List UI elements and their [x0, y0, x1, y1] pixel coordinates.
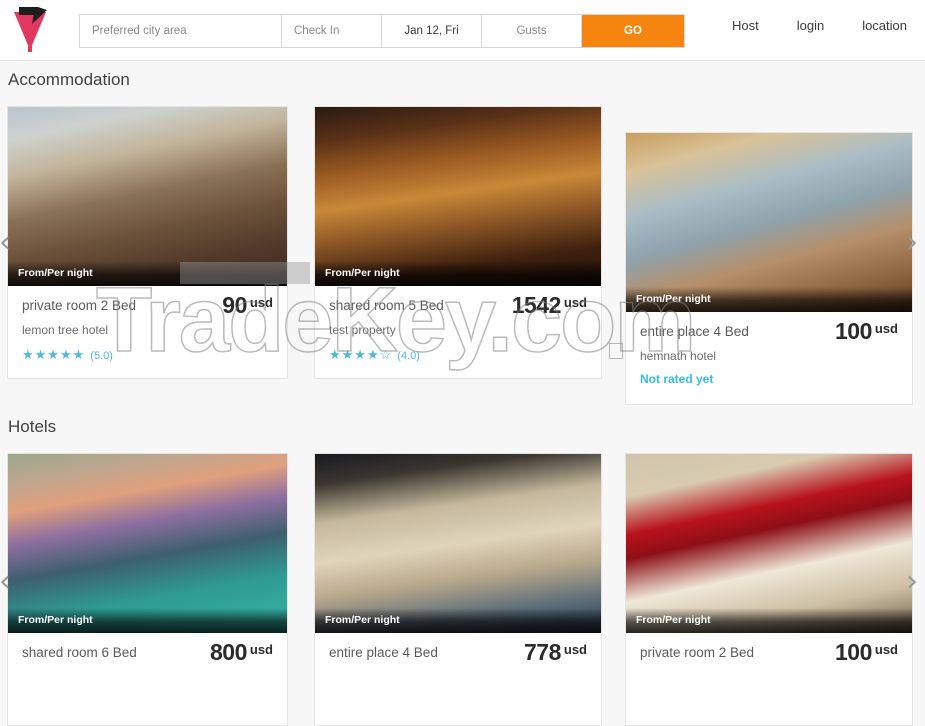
go-button[interactable]: GO — [582, 15, 684, 47]
property-details: entire place 4 Bed 778 usd — [315, 633, 601, 725]
tradekey-v-logo[interactable] — [8, 4, 52, 52]
property-photo-image — [626, 454, 912, 633]
property-details: private room 2 Bed lemon tree hotel ★★★★★(… — [8, 286, 287, 378]
property-photo[interactable]: From/Per night — [626, 454, 912, 633]
property-name: hemnath hotel — [640, 349, 717, 363]
property-details: private room 2 Bed 100 usd — [626, 633, 912, 725]
property-photo-image — [315, 107, 601, 286]
search-bar: Preferred city area Check In Jan 12, Fri… — [79, 14, 685, 48]
price-period-badge: From/Per night — [8, 261, 287, 286]
price-currency: usd — [563, 641, 587, 657]
price: 100 usd — [835, 318, 898, 345]
property-photo[interactable]: From/Per night — [315, 107, 601, 286]
price-currency: usd — [249, 641, 273, 657]
price: 90 usd — [222, 292, 273, 319]
price: 100 usd — [835, 639, 898, 666]
carousel-hotels: From/Per night shared room 6 Bed 800 usd Fro… — [0, 453, 925, 726]
not-rated-label: Not rated yet — [640, 372, 714, 386]
property-photo[interactable]: From/Per night — [315, 454, 601, 633]
checkin-input[interactable]: Check In — [282, 15, 382, 47]
price-period-badge: From/Per night — [315, 261, 601, 286]
price-amount: 90 — [222, 292, 247, 318]
property-card[interactable]: From/Per night private room 2 Bed lemon tr… — [7, 106, 288, 379]
chevron-left-icon[interactable]: ‹ — [0, 565, 16, 601]
price-amount: 100 — [835, 318, 872, 344]
property-card[interactable]: From/Per night private room 2 Bed 100 usd — [625, 453, 913, 726]
rating-value: (4.0) — [397, 350, 420, 362]
price-currency: usd — [563, 294, 587, 310]
nav-link-login[interactable]: login — [797, 18, 824, 33]
price-currency: usd — [874, 641, 898, 657]
property-photo-image — [8, 107, 287, 286]
site-header: Preferred city area Check In Jan 12, Fri… — [0, 0, 925, 61]
price-amount: 778 — [524, 639, 561, 665]
price-period-badge: From/Per night — [626, 608, 912, 633]
chevron-left-icon[interactable]: ‹ — [0, 226, 16, 262]
price-period-badge: From/Per night — [315, 608, 601, 633]
property-details: shared room 5 Bed test property ★★★★☆ (4.0)… — [315, 286, 601, 378]
rating-row: ★★★★☆ (4.0) — [329, 346, 587, 364]
price-currency: usd — [249, 294, 273, 310]
property-photo-image — [626, 133, 912, 312]
section-title-hotels: Hotels — [8, 417, 57, 436]
property-details: entire place 4 Bed hemnath hotel Not rated… — [626, 312, 912, 404]
property-card[interactable]: From/Per night shared room 6 Bed 800 usd — [7, 453, 288, 726]
price: 800 usd — [210, 639, 273, 666]
nav-link-location[interactable]: location — [862, 18, 907, 33]
price: 1542 usd — [512, 292, 587, 319]
carousel-accommodation: From/Per night private room 2 Bed lemon tr… — [0, 106, 925, 405]
property-name: lemon tree hotel — [22, 323, 109, 337]
section-title-accommodation: Accommodation — [8, 70, 130, 89]
star-rating-icon: ★★★★☆ — [329, 347, 393, 362]
star-rating-icon: ★★★★★ — [22, 347, 86, 362]
checkout-input[interactable]: Jan 12, Fri — [382, 15, 482, 47]
property-card[interactable]: From/Per night entire place 4 Bed hemnath … — [625, 132, 913, 405]
property-card[interactable]: From/Per night entire place 4 Bed 778 usd — [314, 453, 602, 726]
guests-input[interactable]: Gusts — [482, 15, 582, 47]
main-nav: Host login location — [732, 18, 907, 33]
city-input[interactable]: Preferred city area — [80, 15, 282, 47]
price-currency: usd — [874, 320, 898, 336]
rating-row: ★★★★★ (5.0) — [22, 346, 273, 364]
price-amount: 800 — [210, 639, 247, 665]
property-photo-image — [315, 454, 601, 633]
price-period-badge: From/Per night — [8, 608, 287, 633]
property-photo[interactable]: From/Per night — [626, 133, 912, 312]
nav-link-host[interactable]: Host — [732, 18, 759, 33]
property-name: test property — [329, 323, 396, 337]
chevron-right-icon[interactable]: › — [901, 226, 923, 262]
property-photo-image — [8, 454, 287, 633]
rating-value: (5.0) — [90, 350, 113, 362]
price: 778 usd — [524, 639, 587, 666]
chevron-right-icon[interactable]: › — [901, 565, 923, 601]
property-photo[interactable]: From/Per night — [8, 454, 287, 633]
price-amount: 1542 — [511, 292, 562, 318]
price-amount: 100 — [835, 639, 872, 665]
property-photo[interactable]: From/Per night — [8, 107, 287, 286]
property-details: shared room 6 Bed 800 usd — [8, 633, 287, 725]
property-card[interactable]: From/Per night shared room 5 Bed test prop… — [314, 106, 602, 379]
price-period-badge: From/Per night — [626, 287, 912, 312]
